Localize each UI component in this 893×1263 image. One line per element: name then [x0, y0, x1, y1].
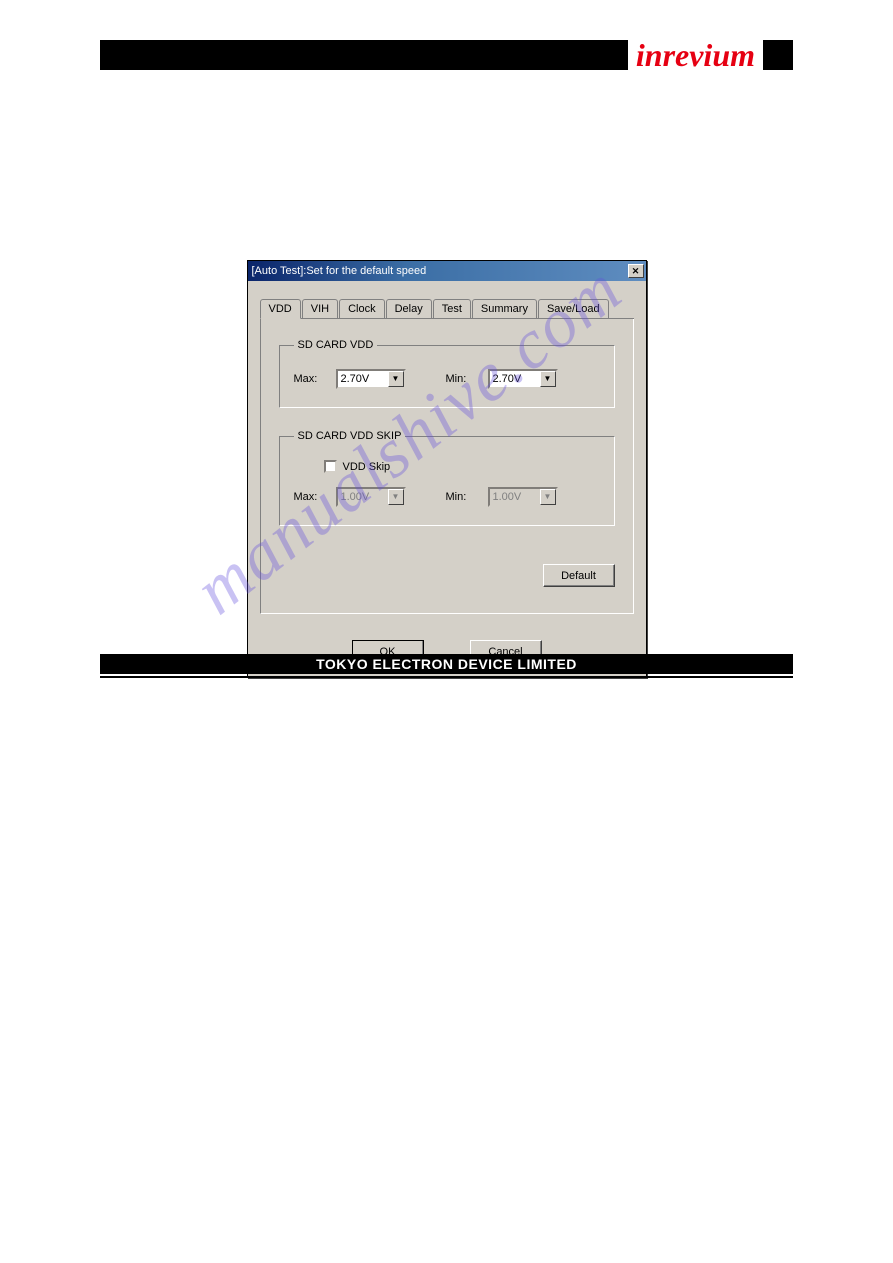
tab-summary[interactable]: Summary — [472, 299, 537, 318]
vdd-skip-max-label: Max: — [294, 491, 328, 503]
vdd-min-value: 2.70V — [493, 373, 522, 385]
group-legend-vdd-skip: SD CARD VDD SKIP — [294, 430, 406, 442]
close-icon[interactable]: ✕ — [628, 264, 644, 278]
vdd-skip-max-select: 1.00V ▼ — [336, 487, 406, 507]
header-bar-left — [100, 40, 628, 70]
dialog-title: [Auto Test]:Set for the default speed — [252, 265, 628, 277]
header-bar-right — [763, 40, 793, 70]
chevron-down-icon[interactable]: ▼ — [388, 371, 404, 387]
group-sd-card-vdd: SD CARD VDD Max: 2.70V ▼ Min: 2.70V — [279, 339, 615, 408]
page-footer: TOKYO ELECTRON DEVICE LIMITED — [100, 654, 793, 678]
auto-test-dialog: [Auto Test]:Set for the default speed ✕ … — [247, 260, 647, 678]
page-header: inrevium — [100, 40, 793, 70]
vdd-max-select[interactable]: 2.70V ▼ — [336, 369, 406, 389]
chevron-down-icon[interactable]: ▼ — [540, 371, 556, 387]
footer-company: TOKYO ELECTRON DEVICE LIMITED — [316, 656, 577, 672]
tab-delay[interactable]: Delay — [386, 299, 432, 318]
vdd-max-label: Max: — [294, 373, 328, 385]
vdd-skip-checkbox-label: VDD Skip — [343, 461, 391, 473]
vdd-skip-min-select: 1.00V ▼ — [488, 487, 558, 507]
group-sd-card-vdd-skip: SD CARD VDD SKIP VDD Skip Max: 1.00V ▼ — [279, 430, 615, 526]
vdd-max-value: 2.70V — [341, 373, 370, 385]
vdd-skip-checkbox[interactable] — [324, 460, 337, 473]
tab-bar: VDD VIH Clock Delay Test Summary Save/Lo… — [260, 299, 634, 319]
tab-test[interactable]: Test — [433, 299, 471, 318]
tab-clock[interactable]: Clock — [339, 299, 385, 318]
tab-content-vdd: SD CARD VDD Max: 2.70V ▼ Min: 2.70V — [260, 319, 634, 614]
tab-vdd[interactable]: VDD — [260, 299, 301, 319]
vdd-skip-min-label: Min: — [446, 491, 480, 503]
vdd-min-select[interactable]: 2.70V ▼ — [488, 369, 558, 389]
vdd-skip-min-value: 1.00V — [493, 491, 522, 503]
group-legend-vdd: SD CARD VDD — [294, 339, 378, 351]
chevron-down-icon: ▼ — [540, 489, 556, 505]
tab-vih[interactable]: VIH — [302, 299, 338, 318]
chevron-down-icon: ▼ — [388, 489, 404, 505]
vdd-skip-max-value: 1.00V — [341, 491, 370, 503]
default-button[interactable]: Default — [543, 564, 615, 587]
vdd-min-label: Min: — [446, 373, 480, 385]
titlebar[interactable]: [Auto Test]:Set for the default speed ✕ — [248, 261, 646, 281]
brand-logo: inrevium — [628, 39, 763, 71]
tab-save-load[interactable]: Save/Load — [538, 299, 609, 318]
